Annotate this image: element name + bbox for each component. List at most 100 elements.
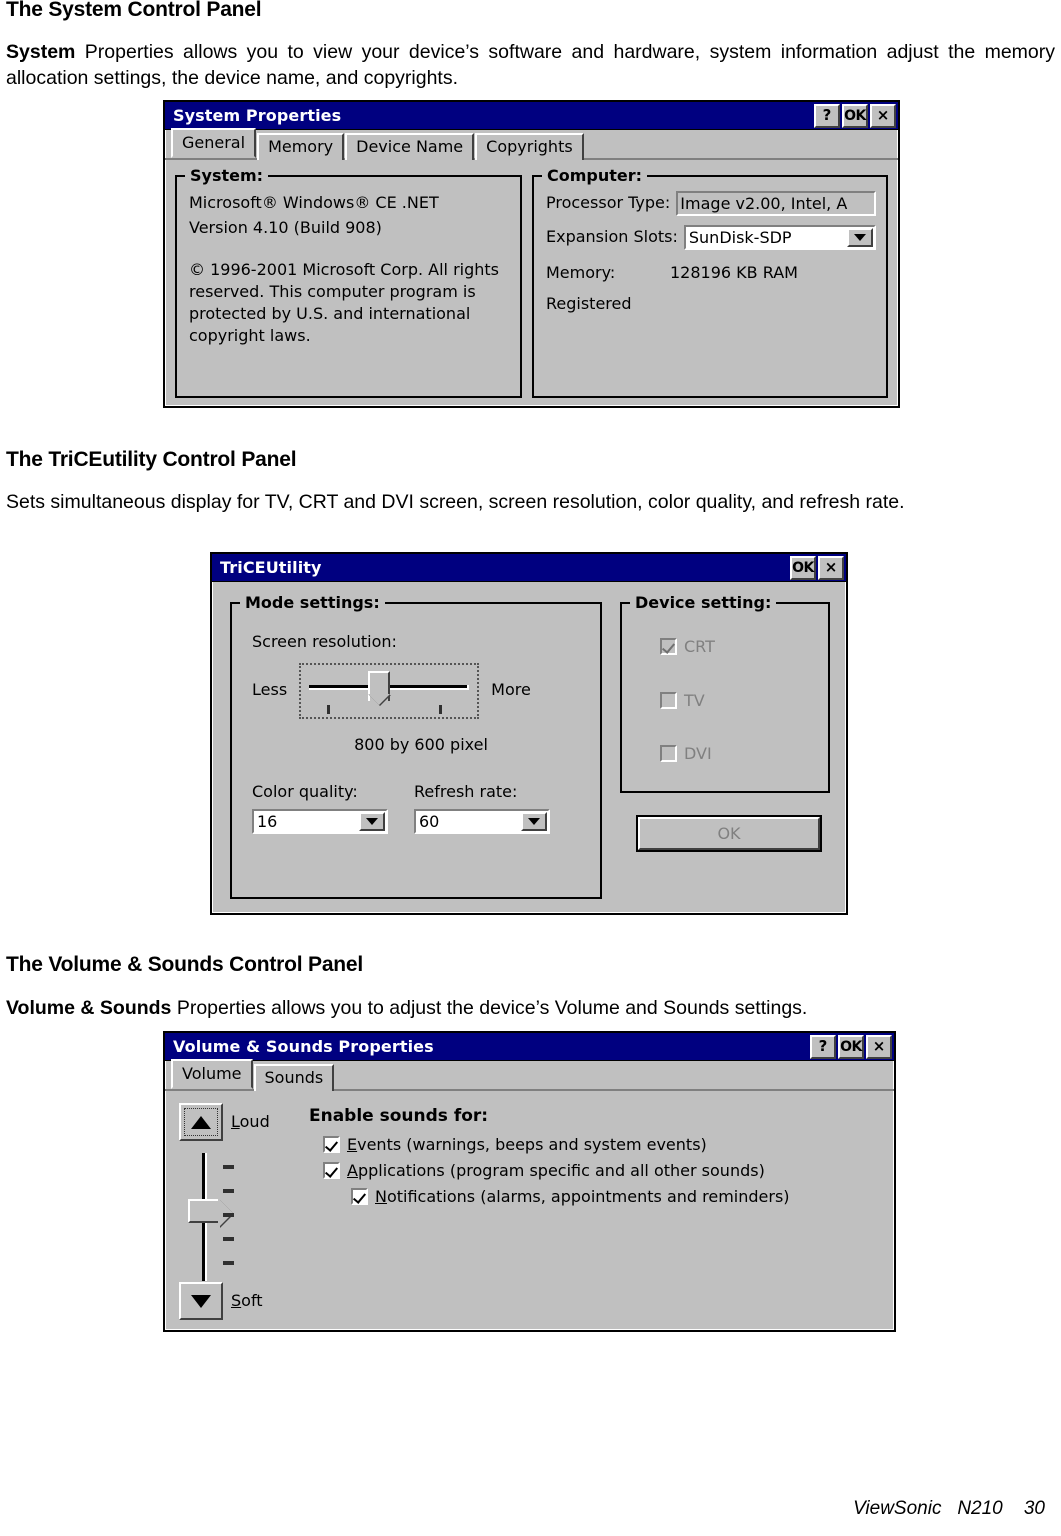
volume-down-button[interactable] [179,1282,223,1320]
quality-refresh-labels-row: Color quality: Refresh rate: [252,780,590,805]
help-button[interactable]: ? [810,1034,836,1059]
device-setting-column: Device setting: CRT TV DVI OK [620,593,830,899]
intro-paragraph-system: System Properties allows you to view you… [6,40,1055,91]
events-label-rest: vents (warnings, beeps and system events… [357,1135,707,1155]
expansion-slots-row: Expansion Slots: SunDisk-SDP [546,225,876,250]
applications-label: Applications (program specific and all o… [347,1158,765,1184]
applications-accel: A [347,1160,358,1180]
dvi-checkbox[interactable] [660,745,677,763]
slider-min-label: Less [252,680,288,700]
screen-resolution-slider[interactable] [299,662,480,719]
ok-button[interactable]: OK [636,814,822,852]
loud-label: Loud [231,1111,270,1131]
events-accel: E [347,1135,358,1155]
memory-row: Memory: 128196 KB RAM [546,261,876,286]
device-setting-group: Device setting: CRT TV DVI [620,593,830,793]
close-icon[interactable]: × [818,555,844,580]
expansion-slots-dropdown[interactable]: SunDisk-SDP [683,225,876,250]
refresh-rate-dropdown[interactable]: 60 [414,809,550,835]
system-properties-titlebar[interactable]: System Properties ? OK × [165,102,898,130]
system-properties-tabstrip[interactable]: General Memory Device Name Copyrights [165,128,898,160]
processor-type-label: Processor Type: [546,193,671,213]
processor-type-row: Processor Type: Image v2.00, Intel, A [546,191,876,216]
volume-tick [223,1189,234,1193]
tab-general[interactable]: General [171,128,257,158]
volume-pane: Loud Soft Enable sounds for: Events (war… [165,1091,894,1330]
volume-sounds-properties-dialog[interactable]: Volume & Sounds Properties ? OK × Volume… [163,1031,896,1332]
tv-label: TV [684,690,705,710]
dvi-label: DVI [684,744,712,764]
tab-volume[interactable]: Volume [171,1059,253,1089]
chevron-down-icon[interactable] [847,228,873,247]
checkbox-row-tv[interactable]: TV [660,688,818,714]
notifications-accel: N [375,1186,387,1206]
slider-max-label: More [491,680,531,700]
slider-thumb[interactable] [368,670,391,701]
soft-row[interactable]: Soft [179,1282,263,1320]
ok-button[interactable]: OK [842,103,868,128]
events-checkbox[interactable] [323,1136,340,1154]
loud-row[interactable]: Loud [179,1103,270,1141]
footer-model: N210 [957,1498,1003,1519]
volume-slider-thumb[interactable] [188,1199,218,1223]
volume-up-button[interactable] [179,1103,223,1141]
registered-label: Registered [546,293,632,313]
page-title-volume-sounds-control-panel: The Volume & Sounds Control Panel [6,953,364,976]
system-properties-general-pane: System: Microsoft® Windows® CE .NET Vers… [165,160,898,408]
system-properties-dialog[interactable]: System Properties ? OK × General Memory … [163,100,900,408]
notifications-label: Notifications (alarms, appointments and … [375,1184,790,1210]
triangle-up-icon [191,1115,211,1129]
system-group: System: Microsoft® Windows® CE .NET Vers… [175,166,522,398]
os-version: Version 4.10 (Build 908) [189,217,382,237]
ok-button[interactable]: OK [838,1034,864,1059]
color-quality-label: Color quality: [252,781,358,801]
close-icon[interactable]: × [870,103,896,128]
copyright-notice: © 1996-2001 Microsoft Corp. All rights r… [189,259,499,345]
checkbox-row-crt[interactable]: CRT [660,634,818,660]
chevron-down-icon[interactable] [359,812,385,832]
os-name: Microsoft® Windows® CE .NET [189,193,439,212]
events-label: Events (warnings, beeps and system event… [347,1132,707,1158]
crt-label: CRT [684,637,715,656]
checkbox-row-dvi[interactable]: DVI [660,741,818,767]
tv-checkbox[interactable] [660,691,677,709]
applications-checkbox[interactable] [323,1161,340,1179]
close-icon[interactable]: × [866,1034,892,1059]
ok-button[interactable]: OK [790,555,816,580]
color-quality-dropdown[interactable]: 16 [252,809,388,835]
memory-label: Memory: [546,263,616,282]
volume-sounds-tabstrip[interactable]: Volume Sounds [165,1059,894,1091]
chevron-down-icon[interactable] [521,812,547,832]
screen-resolution-slider-row: Less More [252,662,590,719]
tab-sounds[interactable]: Sounds [253,1064,335,1091]
lead-term-system: System [6,41,76,63]
notifications-checkbox[interactable] [351,1187,368,1205]
enable-sounds-heading: Enable sounds for: [309,1106,489,1126]
page-footer: ViewSonic N210 30 [853,1498,1045,1520]
checkbox-row-applications[interactable]: Applications (program specific and all o… [323,1158,884,1184]
page-title-trice-control-panel: The TriCEutility Control Panel [6,448,297,471]
volume-tick [223,1237,234,1241]
enable-sounds-column: Enable sounds for: Events (warnings, bee… [295,1103,884,1320]
crt-checkbox[interactable] [660,638,677,655]
computer-group: Computer: Processor Type: Image v2.00, I… [532,166,888,398]
tab-memory[interactable]: Memory [257,133,345,160]
volume-sounds-title: Volume & Sounds Properties [173,1037,434,1056]
trice-utility-titlebar[interactable]: TriCEUtility OK × [212,554,846,582]
tab-device-name[interactable]: Device Name [345,133,475,160]
tab-copyrights[interactable]: Copyrights [475,133,584,160]
footer-brand: ViewSonic [853,1498,942,1519]
checkbox-row-notifications[interactable]: Notifications (alarms, appointments and … [351,1184,884,1210]
slider-tick [327,704,331,714]
loud-accel: L [231,1111,240,1131]
intro-paragraph-system-rest: Properties allows you to view your devic… [6,41,1055,89]
volume-tick [223,1165,234,1169]
trice-utility-title: TriCEUtility [220,558,322,577]
volume-sounds-titlebar[interactable]: Volume & Sounds Properties ? OK × [165,1033,894,1061]
system-group-label: System: [185,166,269,185]
checkbox-row-events[interactable]: Events (warnings, beeps and system event… [323,1132,884,1158]
volume-slider[interactable] [185,1153,237,1281]
trice-utility-dialog[interactable]: TriCEUtility OK × Mode settings: Screen … [210,552,848,915]
quality-refresh-controls-row: 16 60 [252,809,590,835]
help-button[interactable]: ? [814,103,840,128]
